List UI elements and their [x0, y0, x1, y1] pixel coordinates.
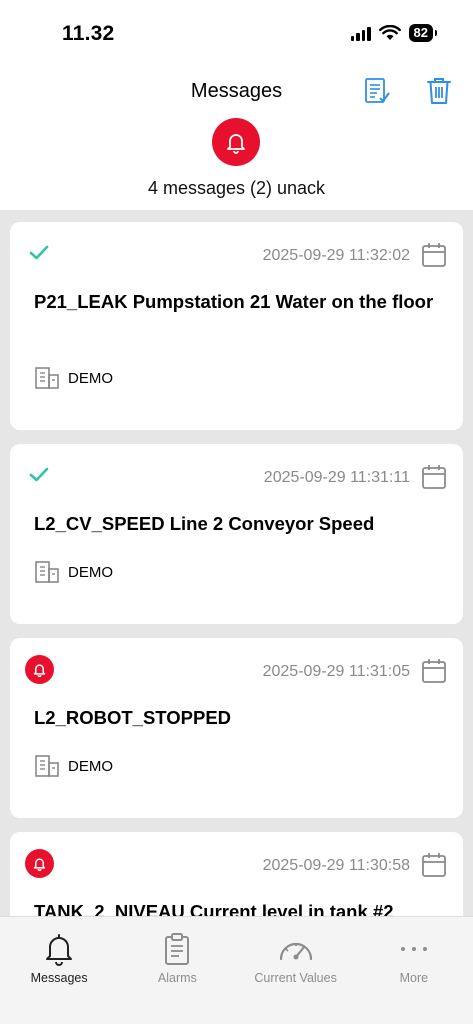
- tab-label: Current Values: [254, 971, 337, 985]
- message-card[interactable]: 2025-09-29 11:31:05 L2_ROBOT_STOPPED DEM…: [10, 638, 463, 818]
- acknowledged-check-icon: [24, 460, 54, 490]
- tab-more[interactable]: More: [355, 917, 473, 1024]
- site-label: DEMO: [68, 369, 113, 387]
- more-icon: [400, 947, 427, 951]
- message-title: P21_LEAK Pumpstation 21 Water on the flo…: [34, 291, 434, 312]
- site-label: DEMO: [68, 757, 113, 775]
- calendar-icon: [422, 659, 446, 683]
- calendar-icon: [422, 243, 446, 267]
- trash-icon: [427, 78, 451, 104]
- tab-label: Messages: [30, 971, 88, 985]
- tab-alarms[interactable]: Alarms: [118, 917, 236, 1024]
- clipboard-icon: [165, 933, 190, 965]
- message-title: L2_CV_SPEED Line 2 Conveyor Speed: [34, 513, 375, 534]
- status-bar: 11.32 82: [0, 0, 473, 66]
- gauge-icon: [279, 942, 312, 961]
- battery-indicator: 82: [408, 24, 438, 42]
- message-list[interactable]: 2025-09-29 11:32:02 P21_LEAK Pumpstation…: [0, 210, 473, 916]
- message-timestamp: 2025-09-29 11:30:58: [262, 857, 410, 874]
- building-icon: [35, 367, 59, 389]
- message-title: L2_ROBOT_STOPPED: [34, 707, 232, 728]
- tab-messages[interactable]: Messages: [0, 917, 118, 1024]
- calendar-icon: [422, 853, 446, 877]
- acknowledge-all-button[interactable]: [360, 74, 394, 108]
- bell-icon: [33, 857, 45, 871]
- status-time: 11.32: [62, 22, 115, 45]
- tab-label: Alarms: [157, 971, 197, 985]
- message-timestamp: 2025-09-29 11:31:11: [263, 469, 410, 486]
- message-title: TANK_2_NIVEAU Current level in tank #2: [34, 901, 394, 916]
- tab-bar: Messages Alarms Current Values More: [0, 916, 473, 1024]
- site-label: DEMO: [68, 563, 113, 581]
- delete-all-button[interactable]: [422, 74, 456, 108]
- unacknowledged-alarm-icon: [24, 848, 54, 878]
- message-site: DEMO: [34, 560, 113, 584]
- building-icon: [35, 755, 59, 777]
- document-check-icon: [365, 78, 390, 103]
- message-summary: 4 messages (2) unack: [147, 178, 326, 198]
- unacknowledged-alarm-icon: [24, 654, 54, 684]
- message-card[interactable]: 2025-09-29 11:30:58 TANK_2_NIVEAU Curren…: [10, 832, 463, 916]
- tab-current-values[interactable]: Current Values: [237, 917, 355, 1024]
- alarm-status-badge[interactable]: [212, 118, 260, 166]
- tab-label: More: [399, 971, 429, 985]
- bell-icon: [46, 934, 73, 966]
- bell-icon: [227, 134, 245, 154]
- message-site: DEMO: [34, 366, 113, 390]
- header: Messages 4 messages (2) unack: [0, 66, 473, 210]
- message-site: DEMO: [34, 754, 113, 778]
- calendar-icon: [422, 465, 446, 489]
- message-card[interactable]: 2025-09-29 11:31:11 L2_CV_SPEED Line 2 C…: [10, 444, 463, 624]
- bell-icon: [33, 663, 45, 677]
- message-timestamp: 2025-09-29 11:32:02: [262, 247, 410, 264]
- signal-icon: [350, 25, 371, 41]
- acknowledged-check-icon: [24, 238, 54, 268]
- status-icons: 82: [350, 24, 438, 42]
- wifi-icon: [378, 25, 401, 40]
- page-title: Messages: [190, 80, 283, 102]
- building-icon: [35, 561, 59, 583]
- message-timestamp: 2025-09-29 11:31:05: [262, 663, 410, 680]
- message-card[interactable]: 2025-09-29 11:32:02 P21_LEAK Pumpstation…: [10, 222, 463, 430]
